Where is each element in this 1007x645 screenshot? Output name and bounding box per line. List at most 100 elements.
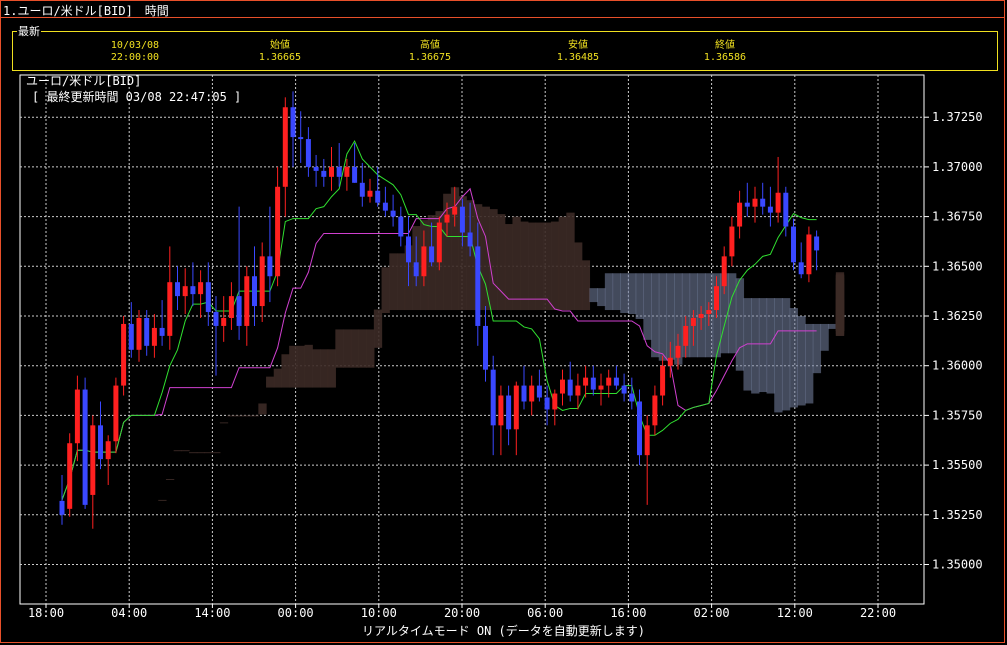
candle-body xyxy=(182,286,188,297)
candle-body xyxy=(567,379,573,396)
candle-body xyxy=(775,192,781,213)
candle-body xyxy=(151,327,157,346)
cloud-segment xyxy=(797,316,806,406)
candle xyxy=(59,475,65,525)
cloud-segment xyxy=(758,298,768,393)
x-tick-label: 04:00 xyxy=(111,606,147,620)
candle-body xyxy=(398,216,404,237)
x-tick-label: 14:00 xyxy=(194,606,230,620)
cloud-segment xyxy=(181,450,190,452)
cloud-segment xyxy=(373,309,383,348)
candle xyxy=(121,316,127,396)
candle xyxy=(221,296,227,342)
candle xyxy=(521,365,527,410)
candle-body xyxy=(259,256,265,307)
cloud-segment xyxy=(266,376,275,388)
candle-body xyxy=(706,310,712,315)
candle-body xyxy=(344,166,350,177)
cloud-segment xyxy=(489,209,498,311)
cloud-segment xyxy=(504,224,514,311)
candle-body xyxy=(675,345,681,358)
candle xyxy=(136,310,142,362)
candle xyxy=(367,178,373,203)
candle-body xyxy=(444,214,450,223)
candle-body xyxy=(583,377,589,386)
cloud-segment xyxy=(789,308,798,408)
candle-body xyxy=(552,393,558,410)
cloud-segment xyxy=(574,242,583,311)
candle xyxy=(98,401,103,470)
cloud-segment xyxy=(396,253,406,311)
candle xyxy=(590,365,596,396)
cloud-segment xyxy=(158,499,167,501)
candle-body xyxy=(590,377,596,390)
candle-body xyxy=(105,441,111,460)
candle xyxy=(205,262,211,326)
y-tick-label: 1.37000 xyxy=(932,160,983,174)
candle-body xyxy=(74,389,80,444)
candle xyxy=(74,375,80,462)
candle xyxy=(567,361,573,402)
cloud-segment xyxy=(543,222,552,311)
cloud-segment xyxy=(273,368,283,388)
candle xyxy=(390,194,396,227)
candle-body xyxy=(98,425,103,460)
candle xyxy=(506,385,512,446)
candle-body xyxy=(806,234,812,275)
cloud-segment xyxy=(296,345,306,388)
candle-body xyxy=(667,357,673,366)
candle xyxy=(128,302,134,358)
candle-body xyxy=(513,385,519,430)
candle-body xyxy=(321,170,327,177)
x-tick-label: 18:00 xyxy=(28,606,64,620)
y-axis-ticks: 1.35000 1.35250 1.35500 1.35750 1.36000 1.362… xyxy=(924,110,983,572)
candle-body xyxy=(290,107,296,138)
candle-body xyxy=(621,385,627,394)
candle xyxy=(175,266,180,311)
cloud-segment xyxy=(327,349,336,388)
candle-body xyxy=(506,395,512,430)
candle xyxy=(767,186,773,227)
cloud-segment xyxy=(635,273,644,319)
candle xyxy=(483,306,488,382)
cloud-segment xyxy=(728,273,737,354)
candle xyxy=(90,415,96,529)
cloud-segment xyxy=(589,288,598,303)
candle xyxy=(244,266,250,346)
candle xyxy=(621,373,627,402)
candle xyxy=(82,377,88,509)
candle-body xyxy=(637,401,642,456)
candle-body xyxy=(714,286,719,311)
candle xyxy=(436,216,442,271)
candle xyxy=(298,111,304,163)
candle xyxy=(359,162,365,207)
candle xyxy=(252,246,257,326)
candle-body xyxy=(167,282,173,336)
candle xyxy=(228,282,234,330)
candle-body xyxy=(490,369,496,426)
cloud-segment xyxy=(835,275,845,331)
realtime-mode-status: リアルタイムモード ON (データを自動更新します) xyxy=(362,624,645,638)
candle-body xyxy=(690,317,696,326)
candle-body xyxy=(560,379,565,394)
candle xyxy=(67,433,73,517)
candle xyxy=(236,206,242,340)
candle-body xyxy=(767,206,773,213)
candle-body xyxy=(213,312,219,326)
cloud-segment xyxy=(558,216,567,311)
candle-body xyxy=(452,206,458,215)
candle xyxy=(159,300,165,346)
candle xyxy=(798,242,804,279)
candle-body xyxy=(744,202,750,207)
candle xyxy=(760,182,766,215)
cloud-segment xyxy=(358,329,367,368)
cloud-segment xyxy=(173,450,182,452)
candle-body xyxy=(660,365,666,396)
cloud-segment xyxy=(550,221,560,311)
candle xyxy=(513,381,519,456)
candle xyxy=(552,389,558,426)
candle xyxy=(321,158,327,187)
candle-body xyxy=(529,385,535,402)
last-update-text: [ 最終更新時間 03/08 22:47:05 ] xyxy=(32,90,242,104)
candle xyxy=(583,365,589,398)
